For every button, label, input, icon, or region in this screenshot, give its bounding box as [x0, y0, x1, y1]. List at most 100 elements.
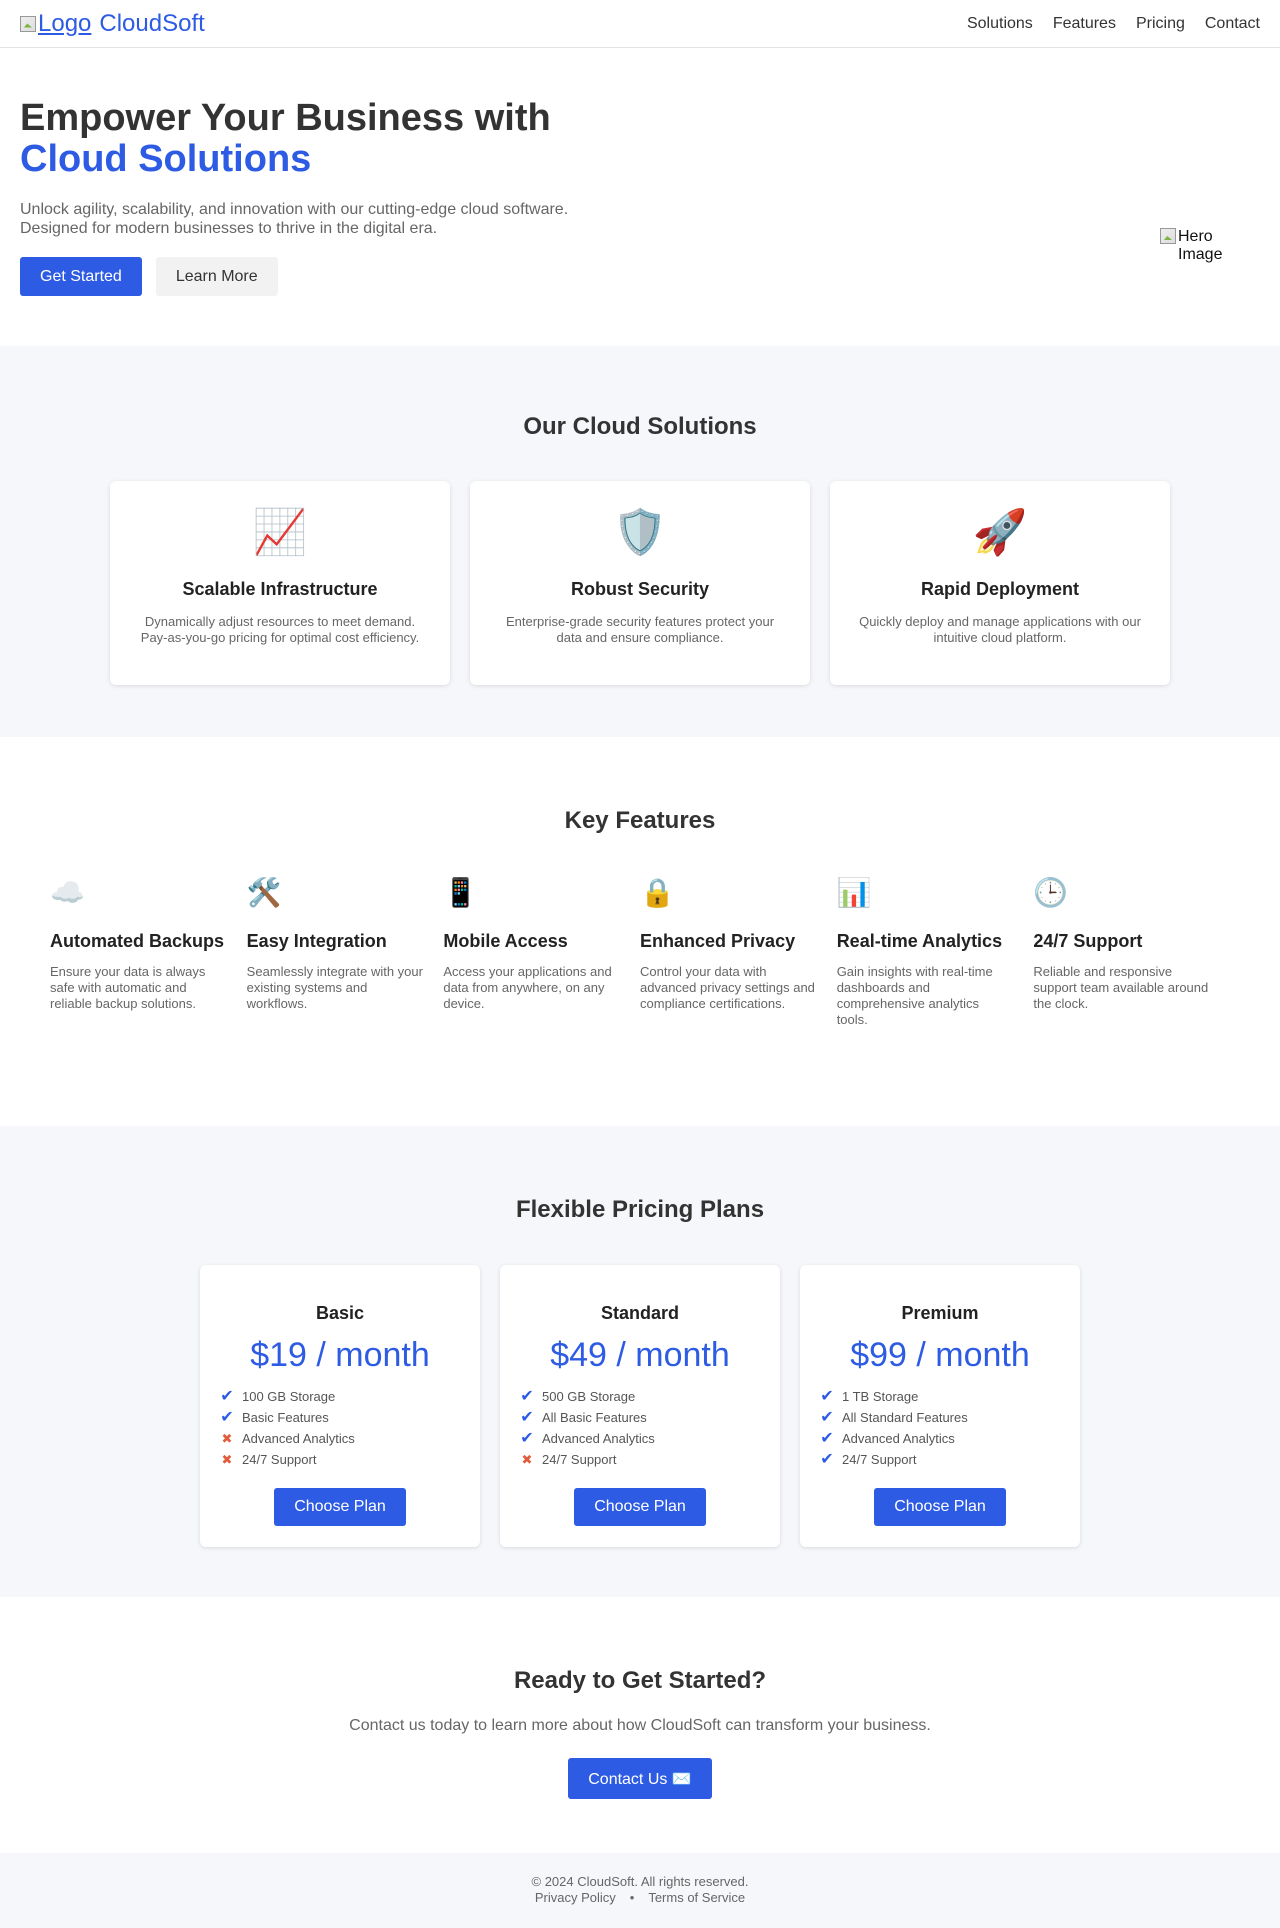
plan-feature-item: ✖ 24/7 Support: [520, 1449, 760, 1470]
feature-description: Gain insights with real-time dashboards …: [836, 964, 993, 1027]
plan-feature-text: Advanced Analytics: [542, 1431, 655, 1446]
plan-feature-text: All Standard Features: [842, 1410, 968, 1425]
solution-card-description: Enterprise-grade security features prote…: [505, 614, 775, 645]
cta-section: Ready to Get Started? Contact us today t…: [0, 1597, 1280, 1853]
plan-feature-item: ✖ Advanced Analytics: [220, 1428, 460, 1449]
plan-feature-text: 100 GB Storage: [242, 1389, 336, 1404]
main-nav: Solutions Features Pricing Contact: [967, 15, 1260, 33]
check-icon: ✔: [820, 1409, 834, 1426]
nav-link-pricing[interactable]: Pricing: [1136, 15, 1185, 33]
solution-card-title: Scalable Infrastructure: [182, 579, 378, 599]
cloud-icon: ☁️: [50, 877, 85, 908]
choose-plan-button[interactable]: Choose Plan: [574, 1488, 706, 1526]
hero-image-alt: Hero Image: [1178, 228, 1223, 263]
privacy-policy-link[interactable]: Privacy Policy: [535, 1890, 616, 1906]
hero-image: Hero Image: [1160, 228, 1238, 264]
plan-feature-item: ✔ Advanced Analytics: [520, 1428, 760, 1449]
plan-feature-item: ✔ 24/7 Support: [820, 1449, 1060, 1470]
plan-feature-text: 24/7 Support: [842, 1452, 917, 1467]
get-started-button[interactable]: Get Started: [20, 257, 142, 296]
check-icon: ✔: [820, 1388, 834, 1405]
feature-title: Enhanced Privacy: [640, 931, 796, 951]
plan-feature-item: ✔ 100 GB Storage: [220, 1386, 460, 1407]
feature-description: Access your applications and data from a…: [443, 964, 612, 1011]
check-icon: ✔: [820, 1430, 834, 1447]
nav-link-features[interactable]: Features: [1053, 15, 1116, 33]
terms-of-service-link[interactable]: Terms of Service: [648, 1890, 745, 1906]
choose-plan-button[interactable]: Choose Plan: [874, 1488, 1006, 1526]
feature-description: Reliable and responsive support team ava…: [1033, 964, 1209, 1011]
hero-subtitle-line1: Unlock agility, scalability, and innovat…: [20, 201, 569, 218]
plan-feature-item: ✔ 1 TB Storage: [820, 1386, 1060, 1407]
hero-subtitle: Unlock agility, scalability, and innovat…: [20, 200, 600, 238]
cta-text: Contact us today to learn more about how…: [349, 1717, 931, 1734]
feature-title: Mobile Access: [443, 931, 568, 951]
hero-buttons: Get Started Learn More: [20, 257, 1260, 296]
feature-item-integration: 🛠️ Easy Integration Seamlessly integrate…: [247, 875, 444, 1028]
feature-item-privacy: 🔒 Enhanced Privacy Control your data wit…: [640, 875, 837, 1028]
cross-icon: ✖: [521, 1452, 533, 1467]
check-icon: ✔: [520, 1430, 534, 1447]
hero-title-text: Empower Your Business with: [20, 97, 551, 139]
plan-feature-text: 500 GB Storage: [542, 1389, 636, 1404]
plan-price: $99 / month: [850, 1336, 1030, 1374]
feature-title: Real-time Analytics: [836, 931, 1003, 951]
hero-section: Empower Your Business with Cloud Solutio…: [0, 48, 1280, 346]
learn-more-button[interactable]: Learn More: [155, 257, 278, 296]
footer-separator: •: [629, 1890, 635, 1905]
hero-subtitle-line2: Designed for modern businesses to thrive…: [20, 220, 438, 237]
solution-card-description: Dynamically adjust resources to meet dem…: [140, 614, 420, 645]
solution-card-description: Quickly deploy and manage applications w…: [859, 614, 1141, 645]
chart-increasing-icon: 📈: [252, 508, 308, 557]
plan-feature-item: ✔ Basic Features: [220, 1407, 460, 1428]
plan-feature-item: ✔ All Basic Features: [520, 1407, 760, 1428]
tools-icon: 🛠️: [246, 877, 282, 908]
solution-card-security: 🛡️ Robust Security Enterprise-grade secu…: [470, 481, 810, 685]
plan-feature-text: Advanced Analytics: [842, 1431, 955, 1446]
features-title: Key Features: [564, 807, 716, 834]
solutions-section: Our Cloud Solutions 📈 Scalable Infrastru…: [0, 346, 1280, 737]
pricing-card-basic: Basic $19 / month ✔ 100 GB Storage ✔ Basic Fe…: [200, 1265, 480, 1547]
footer-links: Privacy Policy • Terms of Service: [0, 1890, 1280, 1906]
plan-feature-item: ✔ 500 GB Storage: [520, 1386, 760, 1407]
clock-icon: 🕒: [1033, 877, 1069, 908]
feature-item-backups: ☁️ Automated Backups Ensure your data is…: [50, 875, 247, 1028]
feature-item-mobile: 📱 Mobile Access Access your applications…: [443, 875, 640, 1028]
site-footer: © 2024 CloudSoft. All rights reserved. P…: [0, 1853, 1280, 1928]
broken-image-icon: [1160, 228, 1176, 244]
brand-link[interactable]: Logo CloudSoft: [20, 10, 205, 38]
broken-image-icon: [20, 15, 36, 32]
solution-card-scalable: 📈 Scalable Infrastructure Dynamically ad…: [110, 481, 450, 685]
rocket-icon: 🚀: [972, 508, 1028, 557]
site-header: Logo CloudSoft Solutions Features Pricin…: [0, 0, 1280, 48]
plan-feature-item: ✔ Advanced Analytics: [820, 1428, 1060, 1449]
brand-name: CloudSoft: [99, 9, 205, 37]
copyright-text: © 2024 CloudSoft. All rights reserved.: [531, 1874, 749, 1889]
check-icon: ✔: [520, 1388, 534, 1405]
logo-image: Logo: [20, 10, 91, 38]
plan-feature-item: ✖ 24/7 Support: [220, 1449, 460, 1470]
check-icon: ✔: [220, 1409, 234, 1426]
contact-us-button[interactable]: Contact Us ✉️: [568, 1758, 712, 1799]
plan-feature-list: ✔ 500 GB Storage ✔ All Basic Features ✔ Advan…: [520, 1386, 760, 1470]
mobile-phone-icon: 📱: [443, 877, 479, 908]
check-icon: ✔: [220, 1388, 234, 1405]
plan-feature-text: Basic Features: [242, 1410, 329, 1425]
plan-feature-list: ✔ 1 TB Storage ✔ All Standard Features ✔ Adva…: [820, 1386, 1060, 1470]
nav-link-contact[interactable]: Contact: [1205, 15, 1260, 33]
nav-link-solutions[interactable]: Solutions: [967, 15, 1033, 33]
plan-feature-text: All Basic Features: [542, 1410, 647, 1425]
pricing-card-standard: Standard $49 / month ✔ 500 GB Storage ✔ All B…: [500, 1265, 780, 1547]
feature-title: Easy Integration: [246, 931, 387, 951]
cross-icon: ✖: [221, 1452, 233, 1467]
feature-title: Automated Backups: [50, 931, 225, 951]
plan-name: Premium: [901, 1303, 979, 1323]
plan-price: $19 / month: [250, 1336, 430, 1374]
feature-description: Ensure your data is always safe with aut…: [50, 964, 206, 1011]
solution-card-title: Rapid Deployment: [920, 579, 1080, 599]
plan-price: $49 / month: [550, 1336, 730, 1374]
plan-feature-text: 24/7 Support: [542, 1452, 617, 1467]
check-icon: ✔: [520, 1409, 534, 1426]
shield-icon: 🛡️: [612, 508, 668, 557]
choose-plan-button[interactable]: Choose Plan: [274, 1488, 406, 1526]
